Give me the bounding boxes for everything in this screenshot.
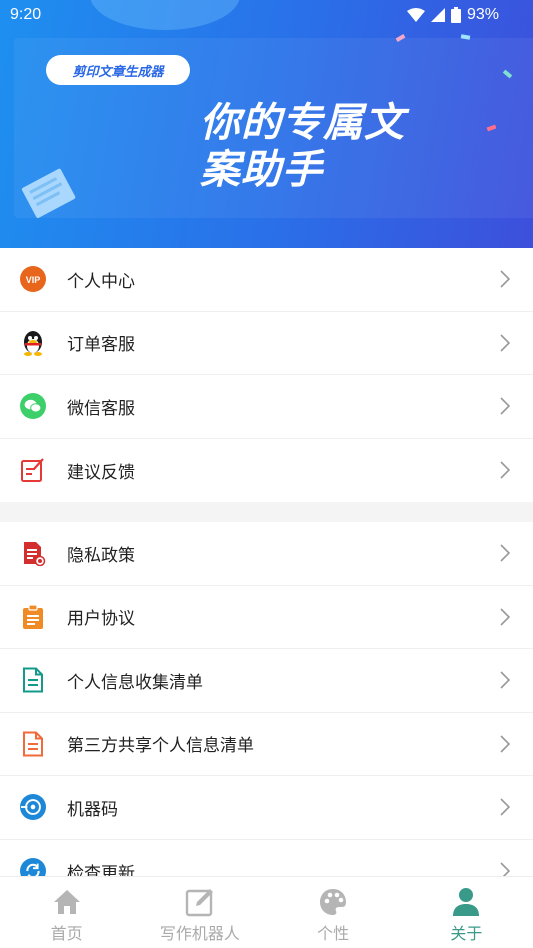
menu-item-label: 第三方共享个人信息清单: [67, 736, 254, 757]
menu-group-info: 隐私政策 用户协议 个人信息收集清单 第三方共享个人信息清单 机器码 检查更新: [0, 522, 533, 903]
menu-item-machine-code[interactable]: 机器码: [0, 776, 533, 840]
menu-item-feedback[interactable]: 建议反馈: [0, 439, 533, 503]
tab-label: 关于: [450, 924, 483, 943]
chevron-right-icon: [500, 397, 511, 415]
edit-icon: [185, 887, 215, 917]
header-slogan: 你的专属文 案助手: [200, 100, 500, 194]
tab-home[interactable]: 首页: [0, 877, 133, 948]
wechat-icon: [20, 393, 46, 420]
menu-group-account: VIP 个人中心 订单客服 微信客服 建议反馈: [0, 248, 533, 502]
wifi-icon: [406, 8, 425, 22]
menu-item-label: 机器码: [67, 799, 118, 820]
header-banner: 9:20 93% 剪印文章生成器 你的专属文 案助手: [0, 0, 533, 248]
palette-icon: [318, 887, 348, 917]
menu-item-privacy-policy[interactable]: 隐私政策: [0, 522, 533, 586]
document-illustration-icon: [21, 168, 76, 218]
vip-icon-text: VIP: [26, 275, 41, 285]
status-bar: 9:20 93%: [0, 0, 533, 32]
slogan-line1: 你的专属文: [200, 100, 405, 146]
chevron-right-icon: [500, 798, 511, 816]
vip-icon: VIP: [20, 266, 46, 293]
person-icon: [451, 887, 481, 917]
chevron-right-icon: [500, 270, 511, 288]
clipboard-icon: [20, 604, 46, 630]
chevron-right-icon: [500, 671, 511, 689]
home-icon: [52, 887, 82, 917]
menu-item-personal-center[interactable]: VIP 个人中心: [0, 248, 533, 312]
document-list-icon: [20, 667, 46, 693]
privacy-document-icon: [20, 540, 46, 567]
chevron-right-icon: [500, 544, 511, 562]
menu-item-label: 订单客服: [67, 335, 135, 356]
slogan-line2: 案助手: [200, 147, 323, 193]
menu-item-label: 个人中心: [67, 271, 135, 292]
feedback-edit-icon: [20, 457, 46, 483]
tab-label: 个性: [317, 924, 350, 943]
bottom-navigation: 首页 写作机器人 个性 关于: [0, 876, 533, 948]
tab-label: 首页: [50, 924, 83, 943]
menu-item-personal-info-list[interactable]: 个人信息收集清单: [0, 649, 533, 713]
tab-label: 写作机器人: [159, 924, 240, 943]
chevron-right-icon: [500, 735, 511, 753]
battery-icon: [450, 7, 461, 23]
menu-item-label: 个人信息收集清单: [67, 672, 203, 693]
qq-penguin-icon: [20, 330, 46, 356]
document-list-icon: [20, 731, 46, 757]
tab-about[interactable]: 关于: [400, 877, 533, 948]
menu-item-label: 建议反馈: [67, 462, 135, 483]
menu-item-order-service[interactable]: 订单客服: [0, 312, 533, 375]
chevron-right-icon: [500, 608, 511, 626]
menu-item-wechat-service[interactable]: 微信客服: [0, 375, 533, 439]
signal-icon: [430, 8, 445, 22]
chevron-right-icon: [500, 334, 511, 352]
machine-code-icon: [20, 794, 46, 821]
menu-item-label: 微信客服: [67, 398, 135, 419]
app-name-badge: 剪印文章生成器: [46, 55, 190, 85]
menu-item-third-party-info-list[interactable]: 第三方共享个人信息清单: [0, 713, 533, 776]
chevron-right-icon: [500, 461, 511, 479]
battery-percent: 93%: [466, 6, 499, 23]
status-right: 93%: [406, 6, 499, 24]
status-time: 9:20: [10, 6, 42, 23]
menu-item-label: 隐私政策: [67, 545, 135, 566]
tab-writing-robot[interactable]: 写作机器人: [133, 877, 266, 948]
menu-item-label: 用户协议: [67, 609, 135, 630]
tab-personalize[interactable]: 个性: [267, 877, 400, 948]
menu-item-user-agreement[interactable]: 用户协议: [0, 586, 533, 649]
